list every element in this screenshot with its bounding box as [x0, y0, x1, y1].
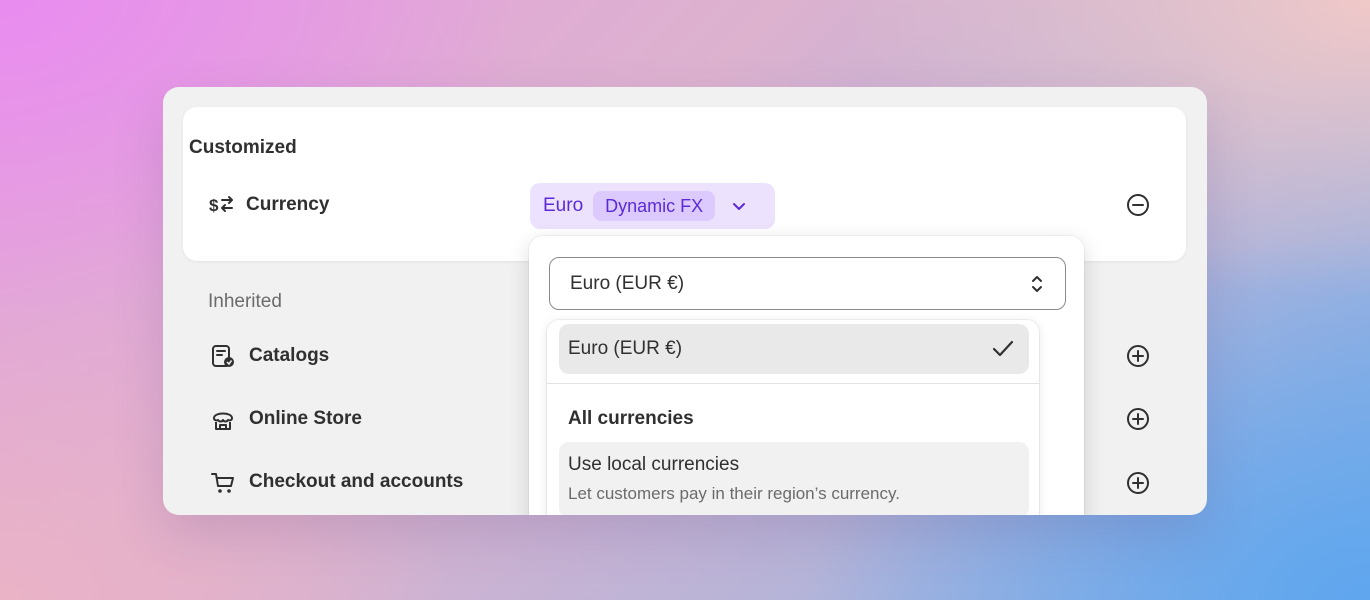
currency-value: Euro — [543, 195, 584, 216]
plus-circle-icon[interactable] — [1126, 407, 1150, 431]
currency-label: Currency — [246, 194, 330, 215]
minus-circle-icon[interactable] — [1126, 193, 1150, 217]
chevron-up-down-icon — [1032, 276, 1042, 292]
option-local-label: Use local currencies — [568, 454, 740, 475]
all-currencies-title: All currencies — [568, 408, 694, 429]
online-store-label: Online Store — [249, 408, 362, 429]
dynamic-fx-badge: Dynamic FX — [593, 191, 716, 221]
currency-options-list: Euro (EUR €) All currencies Use local cu… — [547, 320, 1039, 515]
checkout-accounts-label: Checkout and accounts — [249, 471, 464, 492]
catalog-icon — [212, 345, 234, 367]
option-euro-label: Euro (EUR €) — [568, 338, 683, 359]
markets-settings-panel: Customized $ Currency Euro Dynamic FX In… — [163, 87, 1207, 515]
svg-text:$: $ — [209, 196, 219, 215]
store-icon — [213, 412, 233, 430]
currency-dropdown: Euro (EUR €) Euro (EUR €) All currencies… — [529, 236, 1084, 515]
customized-title: Customized — [189, 137, 297, 158]
cart-icon — [211, 473, 234, 493]
plus-circle-icon[interactable] — [1126, 471, 1150, 495]
checkmark-icon — [992, 340, 1014, 357]
option-euro[interactable]: Euro (EUR €) — [559, 324, 1029, 374]
divider — [547, 383, 1039, 384]
currency-exchange-icon: $ — [209, 196, 233, 215]
option-local-currencies[interactable]: Use local currencies Let customers pay i… — [559, 442, 1029, 515]
currency-select[interactable]: Euro (EUR €) — [549, 257, 1066, 310]
option-local-description: Let customers pay in their region’s curr… — [568, 484, 900, 503]
inherited-title: Inherited — [208, 291, 282, 312]
plus-circle-icon[interactable] — [1126, 344, 1150, 368]
currency-selector[interactable]: Euro Dynamic FX — [530, 183, 775, 229]
catalogs-label: Catalogs — [249, 345, 330, 366]
chevron-down-icon — [733, 203, 746, 210]
currency-select-value: Euro (EUR €) — [570, 272, 685, 294]
